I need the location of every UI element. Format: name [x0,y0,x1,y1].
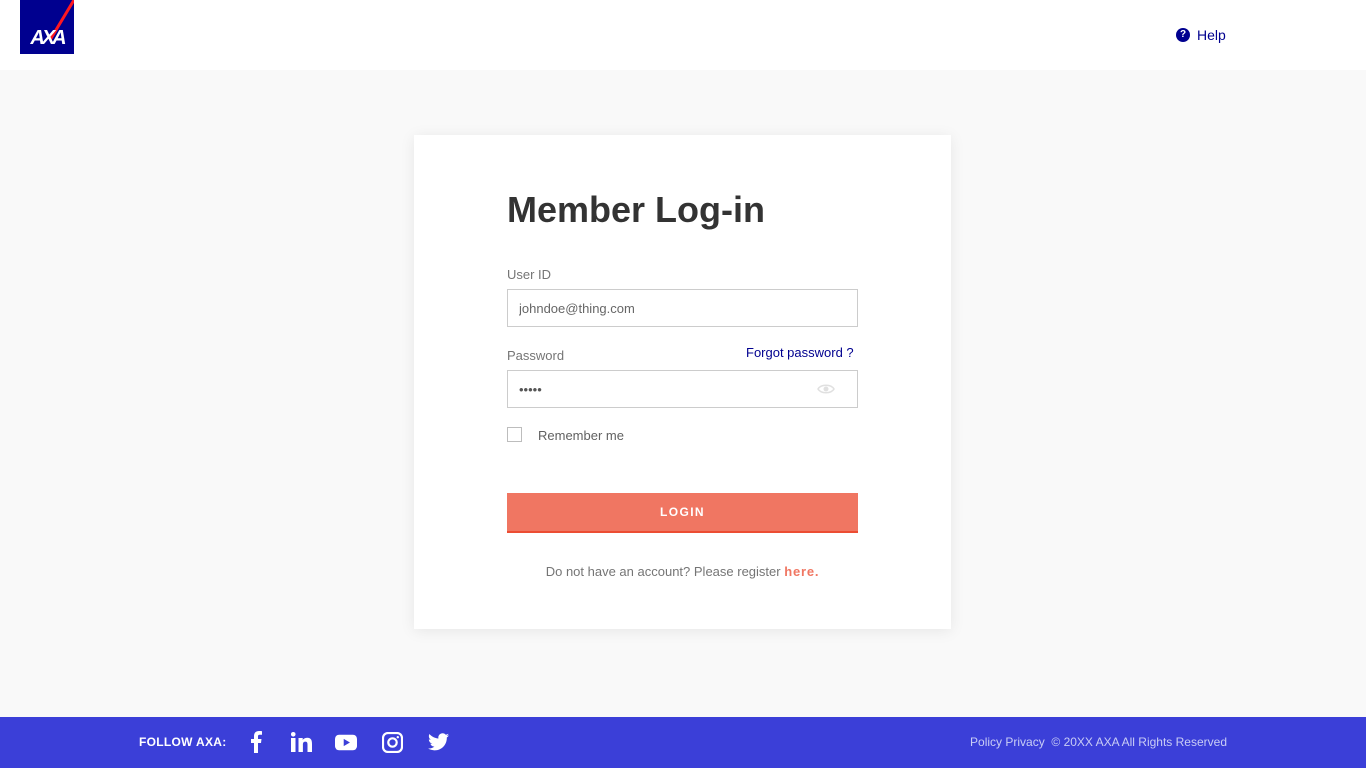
axa-logo[interactable]: AXA [20,0,74,54]
youtube-icon[interactable] [335,731,357,753]
register-text: Do not have an account? Please register [545,564,785,579]
site-header: AXA ? Help [0,0,1366,70]
user-id-input[interactable] [508,290,857,326]
page-title: Member Log-in [507,189,765,230]
login-button[interactable]: LOGIN [507,493,858,533]
password-label: Password [507,348,565,363]
login-card: Member Log-in User ID Password Forgot pa… [414,135,951,629]
eye-icon[interactable] [817,383,835,395]
password-field-wrapper [507,370,858,408]
remember-me-checkbox[interactable] [507,427,522,442]
copyright-text: © 20XX AXA All Rights Reserved [1051,735,1227,749]
user-id-field-wrapper [507,289,858,327]
user-id-label: User ID [507,267,552,282]
follow-label: FOLLOW AXA: [139,735,227,749]
twitter-icon[interactable] [427,731,449,753]
linkedin-icon[interactable] [290,731,312,753]
footer-legal: Policy Privacy © 20XX AXA All Rights Res… [970,735,1227,749]
logo-text: AXA [30,27,66,49]
help-label: Help [1197,27,1226,43]
instagram-icon[interactable] [381,731,403,753]
register-prompt: Do not have an account? Please register … [414,564,951,579]
forgot-password-link[interactable]: Forgot password ? [746,345,854,360]
site-footer: FOLLOW AXA: Policy Privacy © 20XX AXA Al… [0,717,1366,768]
password-input[interactable] [508,371,857,407]
policy-privacy-link[interactable]: Policy Privacy [970,735,1045,749]
facebook-icon[interactable] [245,731,267,753]
remember-me-label[interactable]: Remember me [538,428,624,443]
register-link[interactable]: here. [784,564,819,579]
help-link[interactable]: ? Help [1176,26,1226,44]
question-circle-icon: ? [1176,28,1190,42]
